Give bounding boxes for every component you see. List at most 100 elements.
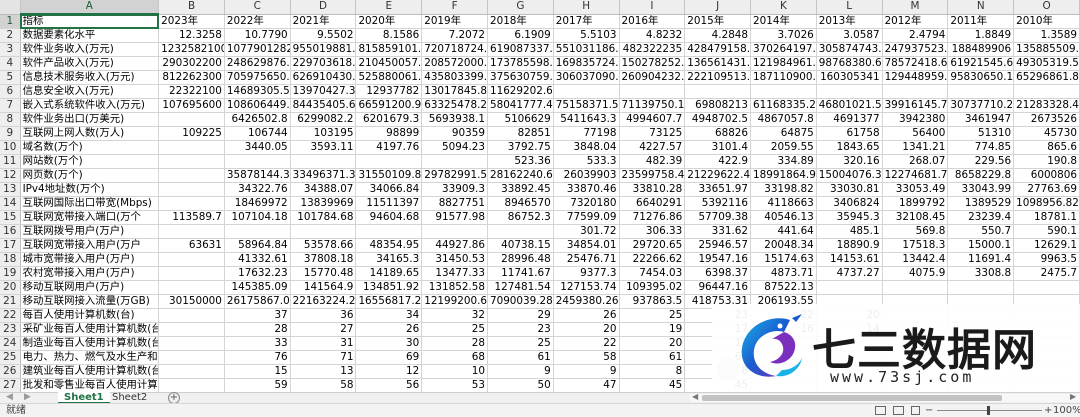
indicator-cell[interactable]: 软件产品收入(万元): [20, 56, 160, 71]
value-cell[interactable]: 58: [553, 350, 620, 365]
indicator-cell[interactable]: 互联网宽带接入端口(万个: [20, 210, 160, 225]
row-header[interactable]: 24: [0, 336, 21, 351]
value-cell[interactable]: 7090039.28: [487, 294, 554, 309]
value-cell[interactable]: [158, 112, 225, 127]
value-cell[interactable]: 33043.99: [947, 182, 1015, 197]
value-cell[interactable]: 815859101.5: [355, 42, 423, 57]
value-cell[interactable]: 14153.61: [816, 252, 883, 267]
value-cell[interactable]: 58: [290, 378, 357, 392]
value-cell[interactable]: 6426502.8: [224, 112, 291, 127]
value-cell[interactable]: 422.9: [684, 154, 752, 169]
value-cell[interactable]: 15000.1: [947, 238, 1015, 253]
value-cell[interactable]: 49305319.5: [1013, 56, 1080, 71]
value-cell[interactable]: 590.1: [1013, 224, 1080, 239]
value-cell[interactable]: 78572418.6: [882, 56, 949, 71]
zoom-slider[interactable]: [937, 406, 1042, 415]
value-cell[interactable]: 8.1586: [355, 28, 423, 43]
value-cell[interactable]: 107695600: [158, 98, 225, 113]
value-cell[interactable]: 190.8: [1013, 154, 1080, 169]
zoom-in-button[interactable]: +: [1044, 404, 1052, 417]
value-cell[interactable]: 29782991.5: [421, 168, 488, 183]
value-cell[interactable]: 229.56: [947, 154, 1015, 169]
column-header-o[interactable]: O: [1013, 0, 1080, 15]
value-cell[interactable]: 41332.61: [224, 252, 291, 267]
prev-sheet-icon[interactable]: ◀: [6, 392, 13, 402]
value-cell[interactable]: 101784.68: [290, 210, 357, 225]
value-cell[interactable]: 25476.71: [553, 252, 620, 267]
value-cell[interactable]: 69: [355, 350, 423, 365]
column-header-i[interactable]: I: [619, 0, 686, 15]
value-cell[interactable]: 248629876.8: [224, 56, 291, 71]
value-cell[interactable]: 28996.48: [487, 252, 554, 267]
value-cell[interactable]: 64875: [750, 126, 817, 141]
indicator-cell[interactable]: 互联网国际出口带宽(Mbps): [20, 196, 160, 211]
value-cell[interactable]: 222109513.9: [684, 70, 752, 85]
value-cell[interactable]: [487, 224, 554, 239]
value-cell[interactable]: 33810.28: [619, 182, 686, 197]
value-cell[interactable]: 1843.65: [816, 140, 883, 155]
value-cell[interactable]: [619, 84, 686, 99]
value-cell[interactable]: 26: [355, 322, 423, 337]
column-header-m[interactable]: M: [882, 0, 949, 15]
value-cell[interactable]: [1013, 280, 1080, 295]
value-cell[interactable]: 305874743.1: [816, 42, 883, 57]
value-cell[interactable]: 6299082.2: [290, 112, 357, 127]
indicator-cell[interactable]: 互联网上网人数(万人): [20, 126, 160, 141]
value-cell[interactable]: 268.07: [882, 154, 949, 169]
value-cell[interactable]: 34066.84: [355, 182, 423, 197]
column-header-e[interactable]: E: [355, 0, 423, 15]
value-cell[interactable]: 12: [355, 364, 423, 379]
value-cell[interactable]: 53578.66: [290, 238, 357, 253]
value-cell[interactable]: [355, 154, 423, 169]
value-cell[interactable]: 33: [224, 336, 291, 351]
indicator-cell[interactable]: 移动互联网接入流量(万GB): [20, 294, 160, 309]
value-cell[interactable]: 77198: [553, 126, 620, 141]
value-cell[interactable]: 173785598.1: [487, 56, 554, 71]
value-cell[interactable]: 2021年: [290, 14, 357, 29]
value-cell[interactable]: 11691.4: [947, 252, 1015, 267]
row-header[interactable]: 17: [0, 238, 21, 253]
value-cell[interactable]: 334.89: [750, 154, 817, 169]
indicator-cell[interactable]: 域名数(万个): [20, 140, 160, 155]
value-cell[interactable]: 61: [487, 350, 554, 365]
value-cell[interactable]: 32108.45: [882, 210, 949, 225]
value-cell[interactable]: 485.1: [816, 224, 883, 239]
column-header-h[interactable]: H: [553, 0, 620, 15]
value-cell[interactable]: 8: [619, 364, 686, 379]
column-header-j[interactable]: J: [684, 0, 752, 15]
value-cell[interactable]: 301.72: [553, 224, 620, 239]
value-cell[interactable]: 9.5502: [290, 28, 357, 43]
row-header[interactable]: 13: [0, 182, 21, 197]
row-header[interactable]: 27: [0, 378, 21, 392]
value-cell[interactable]: 4867057.8: [750, 112, 817, 127]
value-cell[interactable]: 160305341: [816, 70, 883, 85]
value-cell[interactable]: 98899: [355, 126, 423, 141]
value-cell[interactable]: 129448959.2: [882, 70, 949, 85]
value-cell[interactable]: 71: [290, 350, 357, 365]
scroll-left-icon[interactable]: ◀: [692, 392, 698, 401]
value-cell[interactable]: 9963.5: [1013, 252, 1080, 267]
value-cell[interactable]: 63325478.2: [421, 98, 488, 113]
value-cell[interactable]: 169835724.7: [553, 56, 620, 71]
value-cell[interactable]: 31: [290, 336, 357, 351]
value-cell[interactable]: [158, 266, 225, 281]
value-cell[interactable]: 18469972: [224, 196, 291, 211]
normal-view-icon[interactable]: [875, 406, 886, 415]
value-cell[interactable]: [158, 350, 225, 365]
value-cell[interactable]: 77599.09: [553, 210, 620, 225]
value-cell[interactable]: 2017年: [553, 14, 620, 29]
value-cell[interactable]: 127481.54: [487, 280, 554, 295]
value-cell[interactable]: 375630759.6: [487, 70, 554, 85]
value-cell[interactable]: 1341.21: [882, 140, 949, 155]
value-cell[interactable]: [158, 196, 225, 211]
value-cell[interactable]: 3440.05: [224, 140, 291, 155]
column-header-c[interactable]: C: [224, 0, 291, 15]
value-cell[interactable]: 34322.76: [224, 182, 291, 197]
value-cell[interactable]: 26039903: [553, 168, 620, 183]
value-cell[interactable]: [882, 280, 949, 295]
value-cell[interactable]: 774.85: [947, 140, 1015, 155]
value-cell[interactable]: 22322100: [158, 84, 225, 99]
value-cell[interactable]: 56: [355, 378, 423, 392]
value-cell[interactable]: 1098956.82: [1013, 196, 1080, 211]
value-cell[interactable]: 33030.81: [816, 182, 883, 197]
